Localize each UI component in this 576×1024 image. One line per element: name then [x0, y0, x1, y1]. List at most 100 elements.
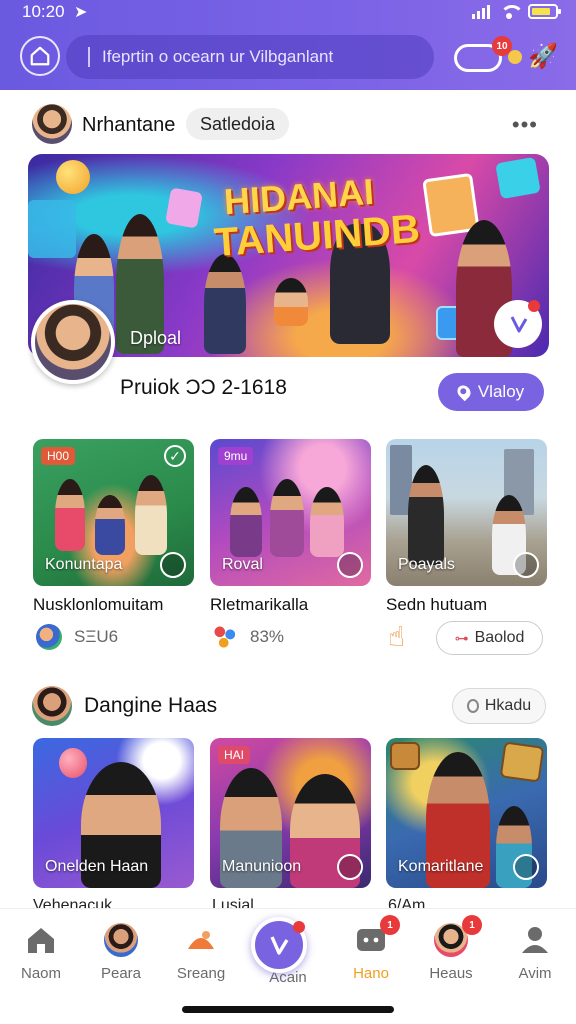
nav-item-chat[interactable]: 1 Hano: [336, 915, 406, 982]
section-header: Dangine Haas Hkadu: [32, 686, 552, 726]
moon-icon: [508, 50, 522, 64]
chat-icon: 1: [354, 915, 400, 957]
hat-icon: [184, 923, 218, 957]
content-card[interactable]: H00 ✓ Konuntapa: [33, 439, 194, 586]
nav-item-search[interactable]: Sreang: [166, 923, 236, 982]
home-icon: [24, 923, 58, 957]
create-button[interactable]: [251, 917, 307, 973]
card-stat: 83%: [212, 624, 284, 650]
card-title[interactable]: Nusklonlomuitam: [33, 595, 163, 615]
card-tag: HAI: [218, 746, 251, 764]
content-card[interactable]: Poayals: [386, 439, 547, 586]
notification-badge: 1: [380, 915, 400, 935]
home-icon: [30, 46, 50, 66]
picture-frame-decoration: [499, 741, 545, 783]
group-avatar-icon: [36, 624, 62, 650]
tag-icon: [466, 699, 479, 713]
content-card[interactable]: Komaritlane: [386, 738, 547, 888]
link-icon: ⊶: [454, 629, 469, 646]
post-count-text: Pruiok ϽϽ 2-1618: [120, 376, 287, 399]
section-title: Dangine Haas: [84, 694, 218, 717]
location-pin-icon: [454, 382, 474, 402]
author-avatar[interactable]: [32, 104, 72, 144]
nav-label: Acain: [269, 969, 307, 986]
play-button[interactable]: [494, 300, 542, 348]
nav-item-account[interactable]: Avim: [500, 923, 570, 982]
nav-item-friends[interactable]: 1 Heaus: [416, 915, 486, 982]
card-tag: 9mu: [218, 447, 254, 465]
wifi-icon: [500, 4, 524, 19]
card-label: Komaritlane: [398, 858, 484, 875]
status-bar: 10:20 ➤: [0, 0, 576, 26]
card-action-button[interactable]: ⊶ Baolod: [436, 621, 543, 655]
card-action-icon[interactable]: [337, 552, 363, 578]
post-header: Nrhantane Satledoia •••: [32, 104, 552, 144]
author-name[interactable]: Nrhantane: [82, 114, 175, 137]
content-card[interactable]: HAI Manunioon: [210, 738, 371, 888]
top-bar: 10:20 ➤ Ifeprtin o ocearn ur Vilbganlant…: [0, 0, 576, 90]
card-label: Konuntapa: [45, 556, 123, 573]
paint-palette-icon: [212, 624, 238, 650]
creator-avatar[interactable]: [31, 300, 115, 384]
view-button[interactable]: Vlaloy: [438, 373, 544, 411]
card-tag: H00: [41, 447, 76, 465]
balloon-decoration: [56, 160, 90, 194]
profile-avatar-icon: [104, 923, 138, 957]
picture-frame-decoration: [390, 742, 420, 770]
card-action-icon[interactable]: [337, 854, 363, 880]
card-stat: SΞU6: [36, 624, 118, 650]
nav-item-profile[interactable]: Peara: [86, 923, 156, 982]
card-label: Roval: [222, 556, 263, 573]
battery-icon: [528, 4, 561, 19]
notification-dot: [528, 300, 540, 312]
person-icon: [518, 923, 552, 957]
nav-label: Heaus: [429, 965, 473, 982]
play-icon: [270, 936, 289, 955]
nav-label: Sreang: [176, 965, 226, 982]
content-card[interactable]: 9mu Roval: [210, 439, 371, 586]
card-title[interactable]: Rletmarikalla: [210, 595, 308, 615]
section-action-label: Hkadu: [484, 697, 532, 714]
location-arrow-icon: ➤: [74, 4, 88, 21]
nav-label: Naom: [20, 965, 61, 982]
nav-label: Avim: [518, 965, 552, 982]
balloon-decoration: [59, 748, 87, 778]
card-label: Poayals: [398, 556, 455, 573]
card-label: Manunioon: [222, 858, 302, 875]
section-action-button[interactable]: Hkadu: [452, 688, 546, 724]
more-options-icon[interactable]: •••: [512, 112, 538, 138]
person-figure: [204, 254, 246, 354]
card-title[interactable]: Sedn hutuam: [386, 595, 487, 615]
search-input[interactable]: Ifeprtin o ocearn ur Vilbganlant: [66, 35, 434, 79]
notification-dot: [293, 921, 305, 933]
person-figure: [230, 487, 262, 557]
screen-decoration: [495, 156, 541, 200]
rocket-icon[interactable]: 🚀: [528, 42, 558, 71]
nav-label: Peara: [100, 965, 142, 982]
person-figure: [55, 479, 85, 551]
person-figure: [135, 475, 167, 555]
card-action-icon[interactable]: [513, 854, 539, 880]
person-figure: [274, 278, 308, 326]
nav-label: Hano: [353, 965, 389, 982]
text-cursor: [88, 47, 90, 67]
play-icon: [510, 316, 528, 333]
author-tag[interactable]: Satledoia: [186, 108, 290, 140]
card-action-icon[interactable]: [160, 552, 186, 578]
nav-item-home[interactable]: Naom: [6, 923, 76, 982]
notification-badge: 1: [462, 915, 482, 935]
screen-decoration: [165, 187, 203, 229]
card-action-icon[interactable]: [513, 552, 539, 578]
view-button-label: Vlaloy: [477, 382, 525, 401]
card-stat-value: SΞU6: [74, 627, 119, 646]
card-label: Onelden Haan: [45, 858, 149, 875]
person-figure: [408, 465, 444, 565]
section-avatar[interactable]: [32, 686, 72, 726]
nav-item-center[interactable]: Acain: [251, 917, 323, 986]
home-button[interactable]: [20, 36, 60, 76]
person-figure: [310, 487, 344, 557]
signal-icon: [472, 4, 490, 19]
content-card[interactable]: Onelden Haan: [33, 738, 194, 888]
check-icon: ✓: [164, 445, 186, 467]
person-figure: [95, 495, 125, 555]
